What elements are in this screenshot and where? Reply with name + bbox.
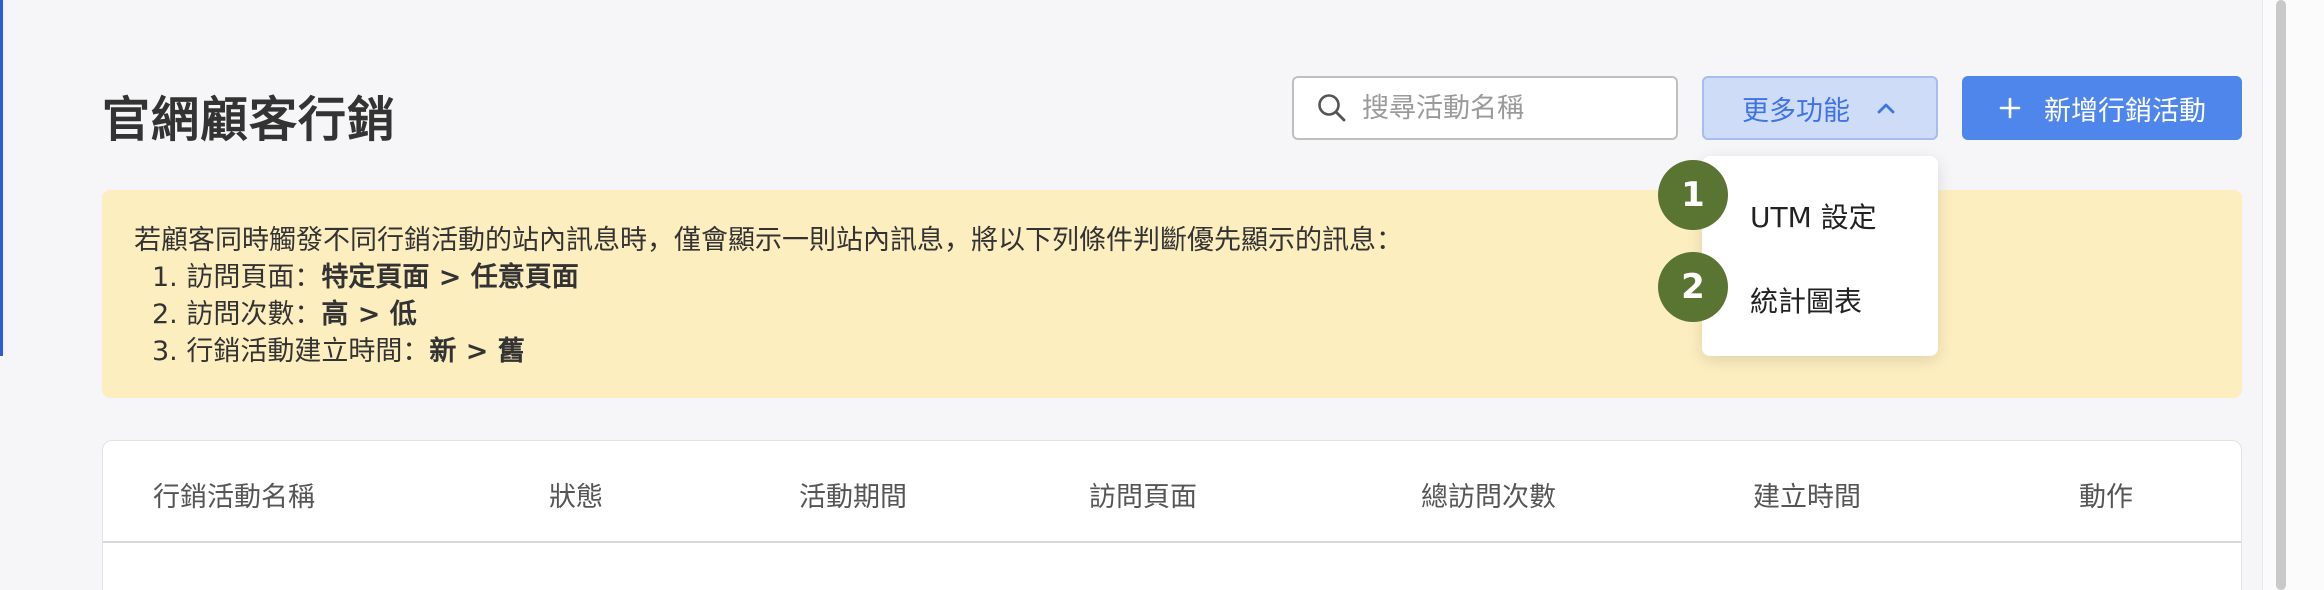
step-badge: 1 [1658, 160, 1728, 230]
chevron-up-icon [1877, 103, 1895, 114]
notice-rule-emphasis: 新 > 舊 [429, 336, 525, 367]
more-functions-label: 更多功能 [1742, 95, 1850, 127]
add-campaign-button[interactable]: 新增行銷活動 [1962, 76, 2242, 140]
table-header: 行銷活動名稱 狀態 活動期間 訪問頁面 總訪問次數 建立時間 動作 [103, 441, 2241, 543]
more-functions-menu: UTM 設定 統計圖表 [1702, 156, 1938, 356]
notice-rule-prefix: 2. 訪問次數： [152, 299, 322, 330]
scrollbar[interactable] [2276, 0, 2286, 590]
plus-icon [1999, 97, 2021, 119]
column-header-total-visits[interactable]: 總訪問次數 [1421, 475, 1556, 514]
add-campaign-label: 新增行銷活動 [2044, 95, 2206, 127]
column-header-created-time[interactable]: 建立時間 [1753, 475, 1861, 514]
more-functions-button[interactable]: 更多功能 [1702, 76, 1938, 140]
menu-item-statistics-chart[interactable]: 統計圖表 [1750, 280, 1862, 320]
page: 官網顧客行銷 更多功能 新增行銷活動 若顧客同時觸發不同行銷活動的站內訊息時，僅… [0, 0, 2324, 590]
notice-rule-prefix: 1. 訪問頁面： [152, 262, 322, 293]
scroll-track [2262, 0, 2324, 590]
search-box[interactable] [1292, 76, 1678, 140]
notice-rule-emphasis: 高 > 低 [321, 299, 417, 330]
notice-rule-emphasis: 特定頁面 > 任意頁面 [321, 262, 579, 293]
step-badge: 2 [1658, 252, 1728, 322]
notice-rule-prefix: 3. 行銷活動建立時間： [152, 336, 430, 367]
column-header-actions: 動作 [2079, 482, 2133, 513]
column-header-period[interactable]: 活動期間 [799, 475, 907, 514]
page-title: 官網顧客行銷 [102, 92, 397, 148]
column-header-status[interactable]: 狀態 [549, 475, 603, 514]
left-accent-bar [0, 0, 3, 356]
column-header-campaign-name[interactable]: 行銷活動名稱 [153, 475, 315, 514]
campaign-table: 行銷活動名稱 狀態 活動期間 訪問頁面 總訪問次數 建立時間 動作 [102, 440, 2242, 590]
menu-item-utm-settings[interactable]: UTM 設定 [1750, 196, 1877, 236]
column-header-visit-page[interactable]: 訪問頁面 [1089, 475, 1197, 514]
search-icon [1318, 94, 1346, 122]
search-input[interactable] [1362, 92, 1662, 124]
